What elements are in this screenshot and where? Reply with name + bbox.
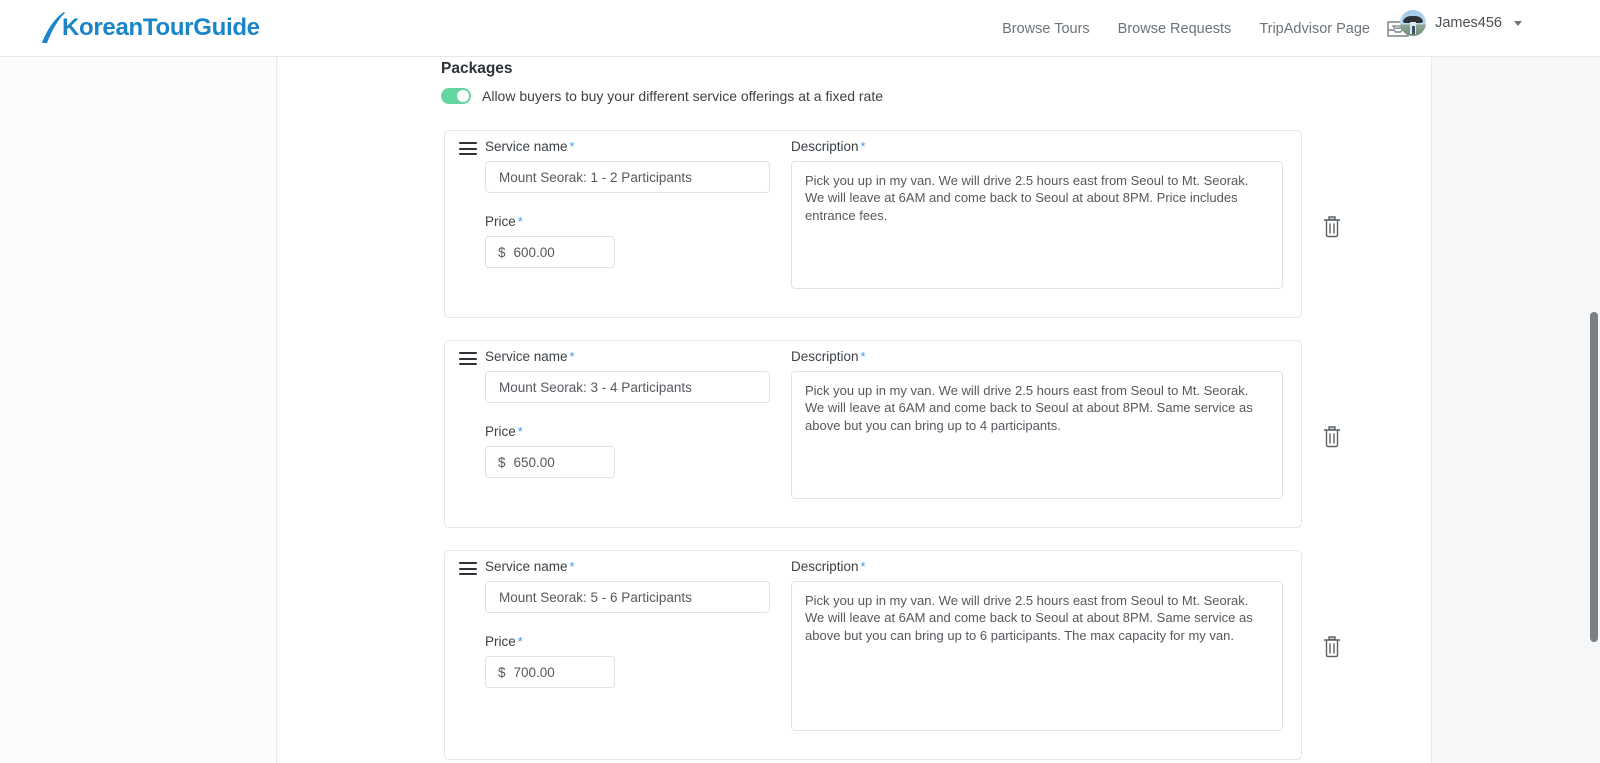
required-asterisk: * [517, 214, 523, 229]
trash-icon [1323, 216, 1341, 238]
brand-logo[interactable]: KoreanTourGuide [40, 11, 260, 47]
required-asterisk: * [569, 559, 575, 574]
price-label-text: Price [485, 634, 516, 649]
required-asterisk: * [569, 139, 575, 154]
username-label: James456 [1435, 15, 1502, 31]
drag-handle-icon[interactable] [459, 142, 477, 156]
price-label: Price * [485, 424, 805, 439]
price-label-text: Price [485, 424, 516, 439]
description-textarea[interactable]: Pick you up in my van. We will drive 2.5… [791, 371, 1283, 499]
package-left-column: Service name * Mount Seorak: 5 - 6 Partici… [485, 559, 805, 688]
price-value: 600.00 [513, 244, 555, 260]
user-menu[interactable]: James456 [1400, 10, 1522, 36]
package-card: Service name * Mount Seorak: 3 - 4 Partici… [444, 340, 1302, 528]
description-label-text: Description [791, 349, 859, 364]
description-label-text: Description [791, 559, 859, 574]
price-label: Price * [485, 214, 805, 229]
page-scrollbar-track[interactable] [1587, 57, 1600, 763]
package-right-column: Description * Pick you up in my van. We wi… [791, 559, 1291, 731]
required-asterisk: * [517, 424, 523, 439]
price-input[interactable]: $600.00 [485, 236, 615, 268]
service-name-label: Service name * [485, 349, 805, 364]
package-left-column: Service name * Mount Seorak: 3 - 4 Partici… [485, 349, 805, 478]
logo-text: KoreanTourGuide [62, 14, 260, 41]
trash-icon [1323, 636, 1341, 658]
service-name-label-text: Service name [485, 559, 568, 574]
currency-symbol: $ [498, 664, 506, 680]
package-card: Service name * Mount Seorak: 1 - 2 Partici… [444, 130, 1302, 318]
description-label: Description * [791, 139, 1291, 154]
left-rail [0, 57, 277, 763]
price-value: 700.00 [513, 664, 555, 680]
delete-package-button[interactable] [1321, 215, 1343, 239]
description-label: Description * [791, 559, 1291, 574]
currency-symbol: $ [498, 244, 506, 260]
service-name-label-text: Service name [485, 349, 568, 364]
page-scrollbar-thumb[interactable] [1590, 312, 1598, 642]
chevron-down-icon[interactable] [1514, 20, 1522, 26]
price-label-text: Price [485, 214, 516, 229]
service-name-input[interactable]: Mount Seorak: 3 - 4 Participants [485, 371, 770, 403]
nav-link-browse-tours[interactable]: Browse Tours [1002, 21, 1090, 37]
nav-link-browse-requests[interactable]: Browse Requests [1118, 21, 1232, 37]
description-label-text: Description [791, 139, 859, 154]
service-name-label: Service name * [485, 139, 805, 154]
price-input[interactable]: $650.00 [485, 446, 615, 478]
service-name-input[interactable]: Mount Seorak: 5 - 6 Participants [485, 581, 770, 613]
toggle-knob [457, 90, 469, 102]
trash-icon [1323, 426, 1341, 448]
drag-handle-icon[interactable] [459, 562, 477, 576]
price-label: Price * [485, 634, 805, 649]
avatar [1400, 10, 1427, 36]
description-textarea[interactable]: Pick you up in my van. We will drive 2.5… [791, 161, 1283, 289]
packages-toggle-label: Allow buyers to buy your different servi… [482, 88, 884, 104]
required-asterisk: * [860, 349, 866, 364]
price-value: 650.00 [513, 454, 555, 470]
packages-toggle-row: Allow buyers to buy your different servi… [441, 88, 883, 104]
content-panel: Packages Allow buyers to buy your differ… [278, 57, 1432, 763]
description-label: Description * [791, 349, 1291, 364]
required-asterisk: * [517, 634, 523, 649]
required-asterisk: * [569, 349, 575, 364]
packages-toggle[interactable] [441, 88, 471, 104]
service-name-label: Service name * [485, 559, 805, 574]
delete-package-button[interactable] [1321, 425, 1343, 449]
logo-swoosh-icon [40, 11, 66, 45]
required-asterisk: * [860, 559, 866, 574]
service-name-label-text: Service name [485, 139, 568, 154]
drag-handle-icon[interactable] [459, 352, 477, 366]
package-left-column: Service name * Mount Seorak: 1 - 2 Partici… [485, 139, 805, 268]
page-title: Packages [441, 60, 513, 77]
nav-links: Browse Tours Browse Requests TripAdvisor… [1002, 0, 1370, 57]
package-right-column: Description * Pick you up in my van. We wi… [791, 139, 1291, 289]
package-card: Service name * Mount Seorak: 5 - 6 Partici… [444, 550, 1302, 760]
price-input[interactable]: $700.00 [485, 656, 615, 688]
currency-symbol: $ [498, 454, 506, 470]
nav-link-tripadvisor-page[interactable]: TripAdvisor Page [1259, 21, 1370, 37]
service-name-input[interactable]: Mount Seorak: 1 - 2 Participants [485, 161, 770, 193]
description-textarea[interactable]: Pick you up in my van. We will drive 2.5… [791, 581, 1283, 731]
delete-package-button[interactable] [1321, 635, 1343, 659]
required-asterisk: * [860, 139, 866, 154]
top-navigation-bar: KoreanTourGuide Browse Tours Browse Requ… [0, 0, 1600, 57]
package-right-column: Description * Pick you up in my van. We wi… [791, 349, 1291, 499]
